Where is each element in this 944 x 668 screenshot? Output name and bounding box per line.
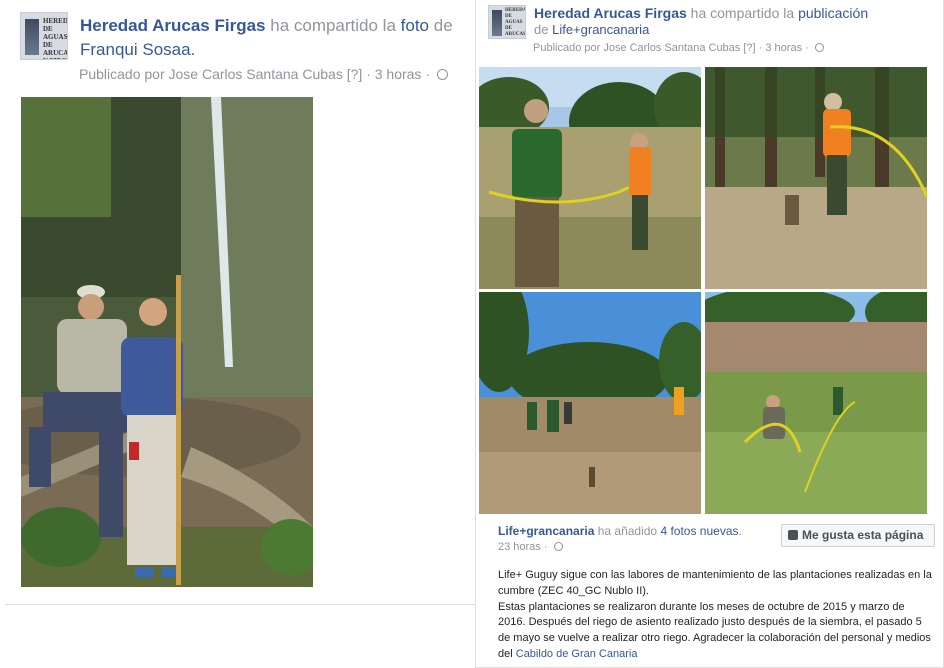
left-post: HEREDADDE AGUASDE ARUCASY FIRGAS Heredad… xyxy=(5,0,478,605)
help-marker[interactable]: [?] xyxy=(743,42,755,54)
like-page-label: Me gusta esta página xyxy=(802,528,924,542)
post-header: Heredad Arucas Firgas ha compartido la f… xyxy=(80,16,453,36)
action-suffix: de xyxy=(433,16,453,35)
photo-link[interactable]: foto xyxy=(401,16,429,35)
photos-link[interactable]: 4 fotos nuevas xyxy=(660,524,738,538)
post-meta: Publicado por Jose Carlos Santana Cubas … xyxy=(533,42,824,54)
published-by: Publicado por Jose Carlos Santana Cubas xyxy=(79,66,343,82)
like-page-button[interactable]: Me gusta esta página xyxy=(781,524,935,547)
shared-post-description: Life+ Guguy sigue con las labores de man… xyxy=(498,568,934,663)
photos-suffix: . xyxy=(738,524,742,538)
shared-time[interactable]: 23 horas · xyxy=(498,541,548,553)
grid-photo-3[interactable] xyxy=(479,292,701,514)
shared-action-text: ha añadido xyxy=(597,524,658,538)
shared-post-meta: 23 horas · xyxy=(498,541,563,553)
tower-logo-icon xyxy=(492,10,502,36)
shared-author-link[interactable]: Life+grancanaria xyxy=(498,524,594,538)
page-avatar[interactable]: HEREDADDE AGUASDE ARUCASY FIRGAS xyxy=(488,5,526,39)
post-header: Heredad Arucas Firgas ha compartido la p… xyxy=(534,5,868,21)
action-text: ha compartido la xyxy=(270,16,396,35)
post-photo[interactable] xyxy=(21,97,313,587)
field-work-photo-illustration xyxy=(479,292,701,514)
right-post: HEREDADDE AGUASDE ARUCASY FIRGAS Heredad… xyxy=(475,0,944,668)
shared-from-link[interactable]: Franqui Sosaa. xyxy=(80,40,195,59)
meadow-work-photo-illustration xyxy=(705,292,927,514)
post-meta: Publicado por Jose Carlos Santana Cubas … xyxy=(79,66,448,82)
globe-icon xyxy=(814,43,824,52)
publication-link[interactable]: publicación xyxy=(798,5,868,21)
from-prefix: de xyxy=(534,22,549,37)
page-avatar[interactable]: HEREDADDE AGUASDE ARUCASY FIRGAS xyxy=(20,12,68,60)
from-page-link[interactable]: Life+grancanaria xyxy=(552,22,649,37)
cabildo-link[interactable]: Cabildo de Gran Canaria xyxy=(516,648,638,660)
tower-logo-icon xyxy=(25,19,39,55)
globe-icon xyxy=(436,69,448,80)
page-name-link[interactable]: Heredad Arucas Firgas xyxy=(80,16,266,35)
description-paragraph-1: Life+ Guguy sigue con las labores de man… xyxy=(498,569,932,597)
page-name-link[interactable]: Heredad Arucas Firgas xyxy=(534,5,687,21)
shared-post-header: Life+grancanaria ha añadido 4 fotos nuev… xyxy=(498,524,742,538)
description-paragraph-2: Estas plantaciones se realizaron durante… xyxy=(498,600,934,663)
published-by: Publicado por Jose Carlos Santana Cubas xyxy=(533,42,741,54)
avatar-logo-text: HEREDADDE AGUASDE ARUCASY FIRGAS xyxy=(505,8,526,37)
globe-icon xyxy=(553,542,563,551)
thumbs-up-icon xyxy=(788,530,798,540)
post-time[interactable]: · 3 horas · xyxy=(366,66,430,82)
grid-photo-2[interactable] xyxy=(705,67,927,289)
avatar-logo-text: HEREDADDE AGUASDE ARUCASY FIRGAS xyxy=(43,17,68,59)
action-text: ha compartido la xyxy=(690,5,795,21)
watering-photo-illustration xyxy=(705,67,927,289)
watering-photo-illustration xyxy=(479,67,701,289)
grid-photo-4[interactable] xyxy=(705,292,927,514)
grid-photo-1[interactable] xyxy=(479,67,701,289)
waterfall-photo-illustration xyxy=(21,97,313,587)
help-marker[interactable]: [?] xyxy=(347,66,363,82)
post-time[interactable]: · 3 horas · xyxy=(759,42,809,54)
